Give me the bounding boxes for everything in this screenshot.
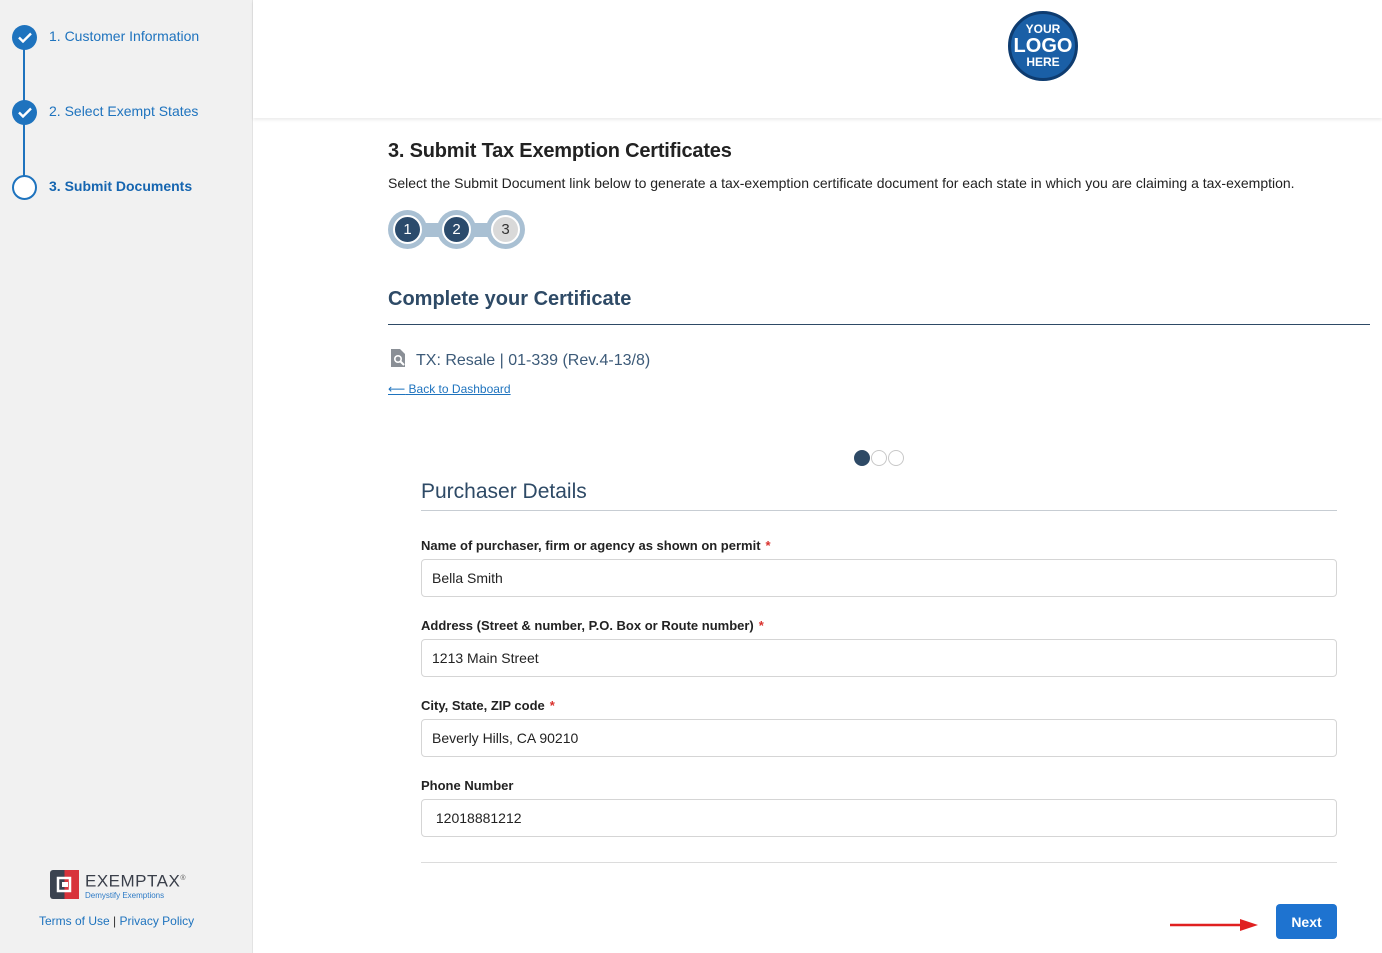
required-marker: *	[765, 538, 771, 553]
arrow-left-icon: ⟵	[388, 382, 406, 396]
terms-of-use-link[interactable]: Terms of Use	[39, 914, 110, 928]
certificate-title: TX: Resale | 01-339 (Rev.4-13/8)	[388, 348, 650, 373]
phone-number-input[interactable]	[421, 799, 1337, 837]
exemptax-brand: EXEMPTAX® Demystify Exemptions	[50, 870, 186, 900]
progress-node-3: 3	[486, 210, 525, 249]
purchaser-name-label: Name of purchaser, firm or agency as sho…	[421, 538, 771, 553]
step-select-exempt-states[interactable]: 2. Select Exempt States	[0, 99, 252, 174]
step-customer-information[interactable]: 1. Customer Information	[0, 24, 252, 99]
required-marker: *	[549, 698, 555, 713]
logo-line-2: LOGO	[1013, 35, 1073, 57]
exemptax-logo-icon	[50, 870, 79, 900]
step-1-check-icon	[12, 25, 37, 50]
city-state-zip-field: City, State, ZIP code *	[421, 697, 1337, 757]
progress-node-1: 1	[388, 210, 427, 249]
page-header: YOUR LOGO HERE	[253, 0, 1382, 118]
wizard-steps: 1. Customer Information 2. Select Exempt…	[0, 0, 252, 249]
page-dot-1[interactable]	[854, 450, 870, 466]
document-search-icon	[388, 348, 408, 373]
step-1-label: 1. Customer Information	[49, 28, 200, 44]
step-2-check-icon	[12, 100, 37, 125]
next-button[interactable]: Next	[1276, 904, 1337, 939]
footer-separator: |	[113, 914, 117, 928]
form-footer-divider	[421, 862, 1337, 863]
progress-node-2-label: 2	[442, 215, 471, 244]
brand-name: EXEMPTAX	[85, 871, 181, 891]
privacy-policy-link[interactable]: Privacy Policy	[120, 914, 195, 928]
purchaser-name-input[interactable]	[421, 559, 1337, 597]
certificate-name: TX: Resale | 01-339 (Rev.4-13/8)	[416, 351, 651, 369]
brand-registered-mark: ®	[180, 875, 186, 882]
form-page-indicator	[854, 450, 905, 466]
phone-number-label: Phone Number	[421, 778, 513, 793]
page-dot-3[interactable]	[888, 450, 904, 466]
address-field: Address (Street & number, P.O. Box or Ro…	[421, 617, 1337, 677]
phone-number-label-text: Phone Number	[421, 778, 514, 793]
purchaser-name-label-text: Name of purchaser, firm or agency as sho…	[421, 538, 761, 553]
logo-line-3: HERE	[1026, 55, 1060, 69]
page-subtitle: Select the Submit Document link below to…	[388, 175, 1295, 191]
phone-number-field: Phone Number	[421, 777, 1337, 837]
company-logo: YOUR LOGO HERE	[1008, 11, 1078, 81]
section-heading: Complete your Certificate	[388, 288, 632, 310]
page-dot-2[interactable]	[871, 450, 887, 466]
purchaser-name-field: Name of purchaser, firm or agency as sho…	[421, 537, 1337, 597]
step-3-current-icon	[12, 175, 37, 200]
back-to-dashboard-link[interactable]: ⟵ Back to Dashboard	[388, 382, 511, 396]
form-title: Purchaser Details	[421, 480, 587, 503]
progress-node-3-label: 3	[491, 215, 520, 244]
progress-node-2: 2	[437, 210, 476, 249]
form-title-divider	[421, 510, 1337, 511]
progress-stepper: 1 2 3	[388, 210, 528, 250]
step-submit-documents[interactable]: 3. Submit Documents	[0, 174, 252, 249]
back-to-dashboard-label: Back to Dashboard	[408, 382, 511, 396]
footer-links: Terms of Use | Privacy Policy	[39, 914, 194, 928]
step-2-label: 2. Select Exempt States	[49, 103, 199, 119]
address-input[interactable]	[421, 639, 1337, 677]
address-label: Address (Street & number, P.O. Box or Ro…	[421, 618, 764, 633]
required-marker: *	[758, 618, 764, 633]
page-title: 3. Submit Tax Exemption Certificates	[388, 140, 732, 162]
progress-node-1-label: 1	[393, 215, 422, 244]
city-state-zip-input[interactable]	[421, 719, 1337, 757]
step-3-label: 3. Submit Documents	[49, 178, 193, 194]
sidebar: 1. Customer Information 2. Select Exempt…	[0, 0, 253, 953]
main-content: 3. Submit Tax Exemption Certificates Sel…	[388, 140, 1370, 863]
city-state-zip-label-text: City, State, ZIP code	[421, 698, 545, 713]
purchaser-details-form: Purchaser Details Name of purchaser, fir…	[421, 480, 1337, 863]
city-state-zip-label: City, State, ZIP code *	[421, 698, 555, 713]
section-divider	[388, 324, 1370, 325]
brand-tagline: Demystify Exemptions	[85, 890, 165, 900]
annotation-arrow-icon	[1170, 919, 1258, 931]
address-label-text: Address (Street & number, P.O. Box or Ro…	[421, 618, 754, 633]
